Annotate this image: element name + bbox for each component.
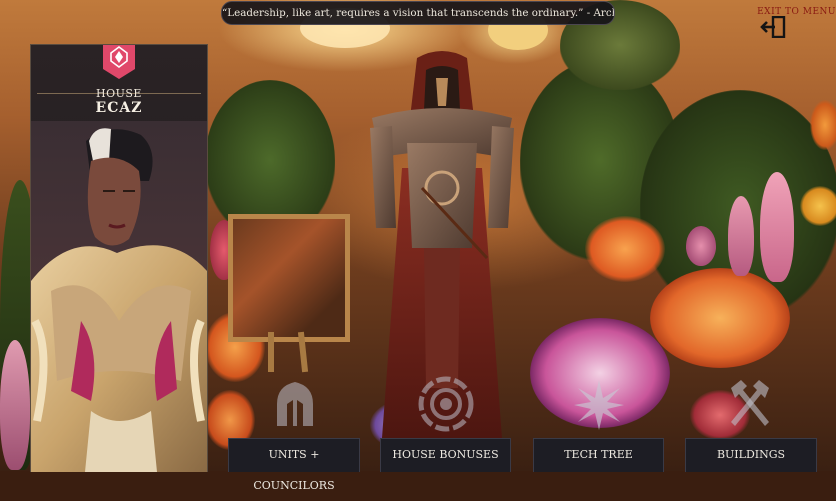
quote-banner: “Leadership, like art, requires a vision… <box>221 1 615 25</box>
pink-plume <box>686 226 716 266</box>
tab-units-councilors[interactable]: UNITS + COUNCILORS <box>228 438 360 492</box>
flower-orange <box>650 268 790 368</box>
tab-buildings[interactable]: BUILDINGS <box>685 438 817 472</box>
target-crest-icon <box>418 376 474 432</box>
exit-door-icon <box>760 16 786 38</box>
helmet-icon <box>277 382 313 426</box>
easel-painting <box>228 214 350 342</box>
pink-plume <box>760 172 794 282</box>
easel-leg <box>268 332 274 372</box>
leader-portrait <box>31 121 207 472</box>
flower-orange <box>810 100 836 150</box>
pink-plume <box>728 196 754 276</box>
pink-plume <box>0 340 30 470</box>
house-name: ECAZ <box>95 100 143 116</box>
exit-to-menu-button[interactable]: EXIT TO MENU <box>752 4 836 40</box>
tab-house-bonuses[interactable]: HOUSE BONUSES <box>380 438 511 472</box>
crossed-hammers-icon <box>731 380 769 426</box>
flower-yellow <box>800 186 836 226</box>
house-panel: HOUSE ECAZ <box>30 44 208 472</box>
house-label-small: HOUSE <box>96 87 142 100</box>
flower-orange <box>585 216 665 282</box>
starburst-icon <box>574 380 624 430</box>
house-ecaz-crest-icon <box>103 45 135 79</box>
tab-tech-tree[interactable]: TECH TREE <box>533 438 664 472</box>
